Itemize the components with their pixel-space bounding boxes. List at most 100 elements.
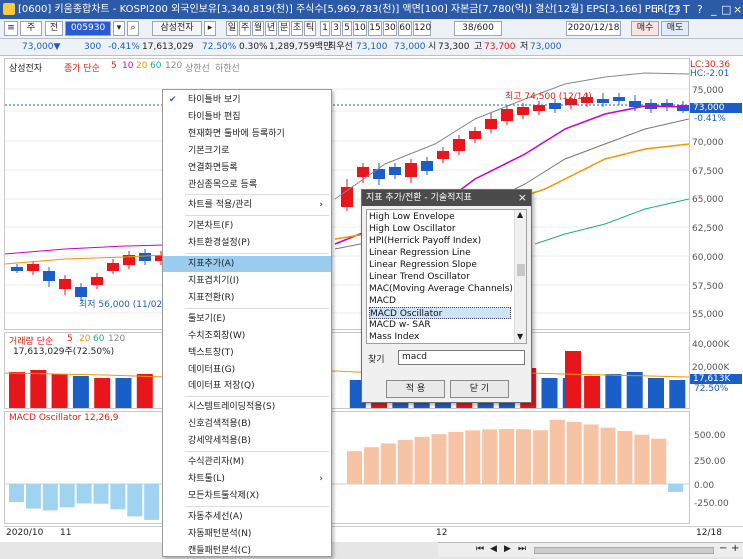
menu-item[interactable]: 지표겹치기(I) bbox=[163, 273, 331, 289]
period-button[interactable]: 초 bbox=[291, 21, 303, 36]
list-item[interactable]: MAC(Moving Average Channels) bbox=[369, 283, 513, 295]
next-icon[interactable]: ▶ bbox=[504, 544, 511, 554]
list-item[interactable]: Mass Index bbox=[369, 331, 511, 343]
find-input[interactable]: macd bbox=[398, 350, 525, 365]
menu-item[interactable]: 시스템트레이딩적용(S) bbox=[163, 399, 331, 415]
menu-item[interactable]: 신호검색적용(B) bbox=[163, 416, 331, 432]
volume-ratio: 72.50% bbox=[202, 42, 237, 52]
menu-item[interactable]: 데이터표(G) bbox=[163, 362, 331, 378]
scroll-up-icon[interactable]: ▲ bbox=[517, 210, 523, 219]
count-input[interactable]: 38/600 bbox=[454, 21, 502, 36]
interval-button[interactable]: 5 bbox=[342, 21, 352, 36]
close-icon[interactable]: × bbox=[518, 190, 527, 206]
price-change: 300 bbox=[84, 42, 102, 52]
menu-item[interactable]: 타이틀바 보기 ✔ bbox=[163, 92, 331, 108]
menu-item[interactable]: 텍스트창(T) bbox=[163, 345, 331, 361]
menu-item[interactable]: 차트환경설정(P) bbox=[163, 235, 331, 251]
menu-item[interactable]: 현재화면 툴바에 등록하기 bbox=[163, 126, 331, 142]
date-input[interactable]: 2020/12/18 bbox=[566, 21, 621, 36]
mode-select[interactable]: 주 bbox=[20, 21, 42, 36]
menu-item[interactable]: 지표전환(R) bbox=[163, 290, 331, 306]
list-item[interactable]: Linear Regression Slope bbox=[369, 259, 511, 271]
zoom-in-icon[interactable]: + bbox=[731, 543, 739, 554]
menu-item[interactable]: 기본차트(F) bbox=[163, 218, 331, 234]
interval-button[interactable]: 120 bbox=[413, 21, 431, 36]
menu-item[interactable]: 툴보기(E) bbox=[163, 311, 331, 327]
menu-item[interactable]: 강세약세적용(B) bbox=[163, 433, 331, 449]
list-item[interactable]: Linear Trend Oscillator bbox=[369, 271, 511, 283]
period-button[interactable]: 분 bbox=[278, 21, 290, 36]
expand-icon[interactable]: ▸ bbox=[204, 21, 216, 36]
price-pane[interactable]: 삼성전자 종가 단순 5 10 20 60 120 상한선 하한선 최고 74,… bbox=[4, 58, 690, 330]
interval-button[interactable]: 60 bbox=[398, 21, 412, 36]
zoom-out-icon[interactable]: − bbox=[719, 543, 727, 554]
candle bbox=[677, 105, 689, 111]
list-item[interactable]: MACD Oscillator bbox=[369, 307, 511, 319]
menu-item[interactable]: 차트툴(L) › bbox=[163, 471, 331, 487]
scroll-thumb[interactable] bbox=[517, 264, 525, 276]
menu-item[interactable]: 차트를 적용/관리 › bbox=[163, 197, 331, 213]
volume-pane[interactable]: 거래량 단순 5 20 60 120 17,613,029주(72.50%) bbox=[4, 332, 690, 409]
interval-button[interactable]: 30 bbox=[383, 21, 397, 36]
list-item[interactable]: High Low Envelope bbox=[369, 211, 511, 223]
menu-item[interactable]: 기본크기로 bbox=[163, 143, 331, 159]
list-scrollbar[interactable]: ▲ ▼ bbox=[514, 210, 526, 343]
interval-button[interactable]: 1 bbox=[320, 21, 330, 36]
text-icon[interactable]: T bbox=[683, 0, 690, 19]
macd-pane[interactable]: MACD Oscillator 12,26,9 bbox=[4, 411, 690, 524]
menu-item[interactable]: 자동패턴분석(N) bbox=[163, 526, 331, 542]
period-button[interactable]: 월 bbox=[252, 21, 264, 36]
apply-button[interactable]: 적 용 bbox=[386, 380, 445, 398]
menu-item[interactable]: 모든차트툴삭제(X) bbox=[163, 488, 331, 504]
restore-icon[interactable]: □ bbox=[668, 0, 678, 19]
period-button[interactable]: 일 bbox=[226, 21, 238, 36]
close-icon[interactable]: × bbox=[733, 0, 742, 19]
last-icon[interactable]: ⏭ bbox=[518, 544, 526, 554]
menu-item[interactable]: 수치조회창(W) bbox=[163, 328, 331, 344]
indicator-list[interactable]: High Low Envelope High Low Oscillator HPI(… bbox=[366, 209, 527, 344]
list-item[interactable]: MACD w- SAR bbox=[369, 319, 511, 331]
menu-item[interactable]: 연결화면등록 bbox=[163, 160, 331, 176]
menu-icon[interactable]: ≡ bbox=[4, 21, 18, 36]
volume-bar bbox=[648, 378, 664, 408]
scroll-down-icon[interactable]: ▼ bbox=[517, 332, 523, 341]
list-item[interactable]: HPI(Herrick Payoff Index) bbox=[369, 235, 511, 247]
scrollbar[interactable] bbox=[534, 547, 714, 554]
menu-item[interactable]: 자동추세선(A) bbox=[163, 509, 331, 525]
lookup-icon[interactable]: ⌕ bbox=[127, 21, 139, 36]
list-item[interactable]: Linear Regression Line bbox=[369, 247, 511, 259]
maximize-icon[interactable]: □ bbox=[721, 0, 731, 19]
period-button[interactable]: 틱 bbox=[304, 21, 316, 36]
interval-button[interactable]: 15 bbox=[368, 21, 382, 36]
search-icon[interactable]: ▾ bbox=[113, 21, 125, 36]
first-icon[interactable]: ⏮ bbox=[476, 544, 484, 554]
info-icon[interactable]: i bbox=[655, 0, 658, 19]
period-button[interactable]: 년 bbox=[265, 21, 277, 36]
list-item[interactable]: MACD bbox=[369, 295, 511, 307]
menu-item[interactable]: 타이틀바 편집 bbox=[163, 109, 331, 125]
menu-item[interactable]: 지표추가(A) bbox=[163, 256, 331, 273]
interval-button[interactable]: 3 bbox=[331, 21, 341, 36]
list-item[interactable]: High Low Oscillator bbox=[369, 223, 511, 235]
minimize-icon[interactable]: _ bbox=[711, 0, 717, 19]
axis-tick: 67,500 bbox=[692, 167, 724, 177]
current-price: 73,000▼ bbox=[22, 42, 61, 52]
macd-bar bbox=[634, 434, 650, 484]
menu-item[interactable]: 캔들패턴분석(C) bbox=[163, 543, 331, 559]
list-item[interactable]: Median Price bbox=[369, 343, 511, 344]
menu-item[interactable]: 관심종목으로 등록 bbox=[163, 177, 331, 193]
prev-button[interactable]: 전 bbox=[45, 21, 63, 36]
sell-button[interactable]: 매도 bbox=[661, 21, 689, 36]
date-tick: 12 bbox=[436, 528, 448, 538]
stock-code-input[interactable]: 005930 bbox=[65, 21, 111, 36]
interval-button[interactable]: 10 bbox=[353, 21, 367, 36]
menu-item[interactable]: 데이터표 저장(Q) bbox=[163, 378, 331, 394]
help-icon[interactable]: ? bbox=[697, 0, 703, 19]
volume-pct: 0.30% bbox=[239, 42, 268, 52]
menu-item-label: 데이터표 저장(Q) bbox=[188, 381, 255, 392]
menu-item[interactable]: 수식관리자(M) bbox=[163, 454, 331, 470]
period-button[interactable]: 주 bbox=[239, 21, 251, 36]
close-button[interactable]: 닫 기 bbox=[450, 380, 509, 398]
buy-button[interactable]: 매수 bbox=[631, 21, 659, 36]
prev-icon[interactable]: ◀ bbox=[490, 544, 497, 554]
